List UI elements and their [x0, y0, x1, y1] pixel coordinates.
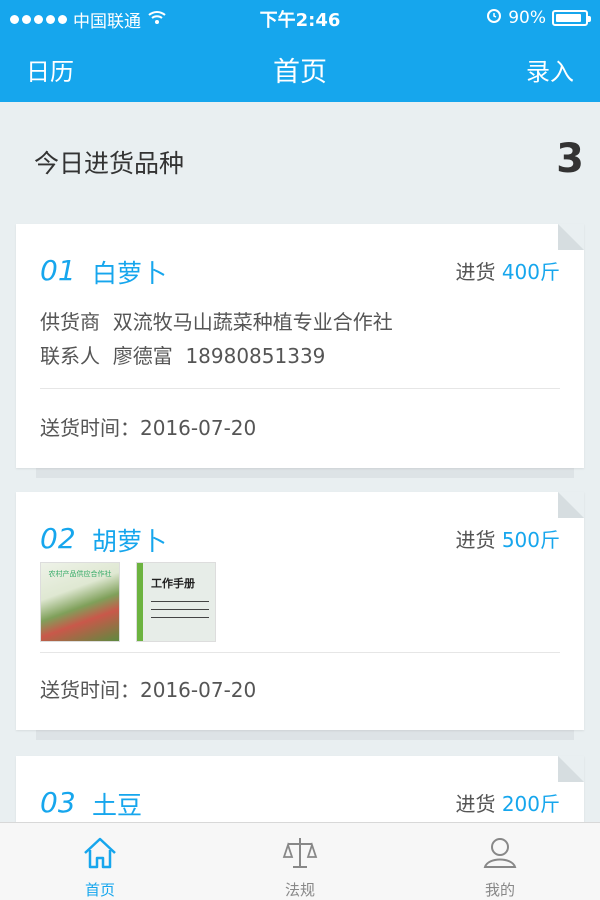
supplier-line: 供货商 双流牧马山蔬菜种植专业合作社 — [40, 310, 393, 334]
app-header: 中国联通 下午2:46 90% 日历 首页 录入 — [0, 0, 600, 102]
item-name: 胡萝卜 — [92, 527, 168, 556]
summary-label: 今日进货品种 — [34, 149, 185, 178]
item-name: 白萝卜 — [92, 259, 168, 288]
alarm-icon — [486, 7, 502, 28]
scale-icon — [280, 833, 320, 873]
attachment-thumbnail[interactable]: 工作手册 — [136, 562, 216, 642]
delivery-time: 送货时间：2016-07-20 — [40, 678, 257, 702]
entry-button[interactable]: 录入 — [526, 52, 574, 87]
status-right: 90% — [486, 7, 591, 28]
tab-profile[interactable]: 我的 — [400, 823, 600, 900]
delivery-time: 送货时间：2016-07-20 — [40, 416, 257, 440]
user-icon — [480, 833, 520, 873]
battery-icon — [552, 9, 591, 26]
item-number: 01 — [40, 254, 76, 287]
item-name: 土豆 — [92, 791, 143, 820]
item-number: 02 — [40, 522, 76, 555]
attachment-thumbnail[interactable]: 农村产品供应合作社 — [40, 562, 120, 642]
tab-label: 我的 — [484, 881, 515, 899]
item-quantity: 进货 200斤 — [455, 792, 560, 816]
summary-count: 3 — [556, 136, 584, 182]
contact-line: 联系人 廖德富 18980851339 — [40, 344, 326, 368]
tab-home[interactable]: 首页 — [0, 823, 200, 900]
home-icon — [80, 833, 120, 873]
tab-label: 法规 — [284, 881, 315, 899]
item-quantity: 进货 500斤 — [455, 528, 560, 552]
tab-bar: 首页 法规 我的 — [0, 822, 600, 900]
divider — [40, 652, 560, 653]
battery-percent: 90% — [508, 7, 546, 28]
tab-label: 首页 — [84, 881, 115, 899]
daily-summary: 今日进货品种 3 — [0, 102, 600, 222]
divider — [40, 388, 560, 389]
list-item[interactable]: 01 白萝卜 进货 400斤 供货商 双流牧马山蔬菜种植专业合作社 联系人 廖德… — [16, 224, 584, 478]
page-title: 首页 — [273, 57, 327, 88]
list-item[interactable]: 02 胡萝卜 进货 500斤 农村产品供应合作社 工作手册 送货时间：2016-… — [16, 492, 584, 740]
item-quantity: 进货 400斤 — [455, 260, 560, 284]
item-number: 03 — [40, 786, 76, 819]
tab-regulations[interactable]: 法规 — [200, 823, 400, 900]
navigation-bar: 日历 首页 录入 — [0, 34, 600, 102]
status-bar: 中国联通 下午2:46 90% — [0, 0, 600, 34]
